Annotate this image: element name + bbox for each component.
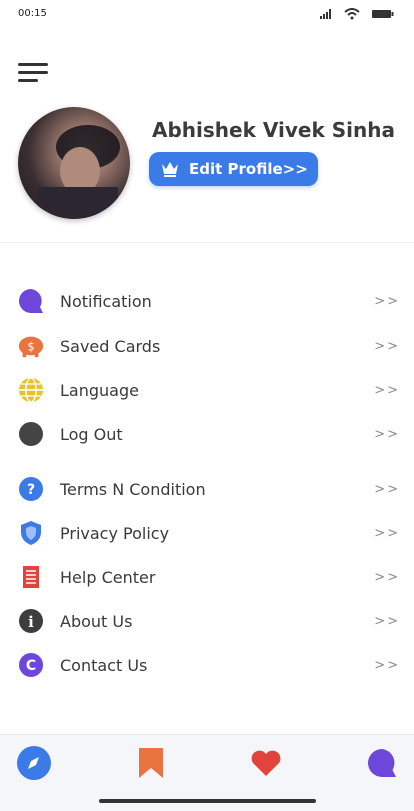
menu-item-notification[interactable]: Notification >>: [0, 281, 414, 321]
chevron-right-icon: >>: [374, 525, 400, 541]
shield-icon: [17, 519, 45, 547]
signal-icon: [320, 9, 331, 19]
logout-circle-icon: [17, 420, 45, 448]
menu-item-label: Language: [60, 380, 139, 400]
menu-hamburger-icon[interactable]: [18, 63, 48, 85]
c-circle-icon: C: [17, 651, 45, 679]
crown-icon: [162, 162, 178, 177]
bookmark-icon: [137, 747, 165, 783]
status-bar: 00:15: [0, 0, 414, 28]
svg-text:?: ?: [27, 482, 35, 498]
chevron-right-icon: >>: [374, 657, 400, 673]
nav-favorites[interactable]: [248, 747, 284, 783]
wifi-icon: [344, 8, 360, 20]
menu-item-label: Privacy Policy: [60, 523, 170, 543]
chevron-right-icon: >>: [374, 569, 400, 585]
info-icon: i: [17, 607, 45, 635]
chevron-right-icon: >>: [374, 338, 400, 354]
piggy-bank-icon: $: [17, 332, 45, 360]
menu-item-label: Help Center: [60, 567, 156, 587]
menu-item-help-center[interactable]: Help Center >>: [0, 557, 414, 597]
menu-item-language[interactable]: Language >>: [0, 370, 414, 410]
chevron-right-icon: >>: [374, 613, 400, 629]
home-indicator: [99, 799, 316, 803]
menu-item-about-us[interactable]: i About Us >>: [0, 601, 414, 641]
menu-item-label: Contact Us: [60, 655, 148, 675]
nav-bookmarks[interactable]: [133, 747, 169, 783]
edit-profile-button[interactable]: Edit Profile>>: [149, 152, 318, 186]
menu-item-privacy-policy[interactable]: Privacy Policy >>: [0, 513, 414, 553]
question-icon: ?: [17, 475, 45, 503]
chevron-right-icon: >>: [374, 293, 400, 309]
menu-item-label: Terms N Condition: [60, 479, 206, 499]
status-icons: [320, 8, 394, 20]
menu-item-saved-cards[interactable]: $ Saved Cards >>: [0, 326, 414, 366]
compass-icon: [16, 745, 52, 785]
nav-messages[interactable]: [364, 747, 400, 783]
chat-bubble-icon: [366, 747, 398, 783]
avatar[interactable]: [18, 107, 130, 219]
nav-explore[interactable]: [16, 745, 52, 785]
menu-item-label: Log Out: [60, 424, 123, 444]
chat-bubble-icon: [17, 287, 45, 315]
edit-profile-label: Edit Profile>>: [189, 160, 308, 178]
menu-item-log-out[interactable]: Log Out >>: [0, 414, 414, 454]
heart-icon: [250, 749, 282, 781]
divider: [0, 242, 414, 243]
chevron-right-icon: >>: [374, 426, 400, 442]
chevron-right-icon: >>: [374, 382, 400, 398]
profile-name: Abhishek Vivek Sinha: [152, 118, 395, 142]
status-time: 00:15: [18, 8, 47, 19]
avatar-photo: [38, 125, 120, 219]
menu-item-label: About Us: [60, 611, 133, 631]
menu-item-contact-us[interactable]: C Contact Us >>: [0, 645, 414, 685]
globe-icon: [17, 376, 45, 404]
svg-text:C: C: [26, 658, 36, 674]
battery-icon: [372, 10, 394, 18]
svg-text:$: $: [27, 341, 34, 354]
menu-item-label: Saved Cards: [60, 336, 161, 356]
menu-item-label: Notification: [60, 291, 152, 311]
document-icon: [17, 563, 45, 591]
menu-item-terms[interactable]: ? Terms N Condition >>: [0, 469, 414, 509]
svg-text:i: i: [28, 613, 34, 631]
chevron-right-icon: >>: [374, 481, 400, 497]
